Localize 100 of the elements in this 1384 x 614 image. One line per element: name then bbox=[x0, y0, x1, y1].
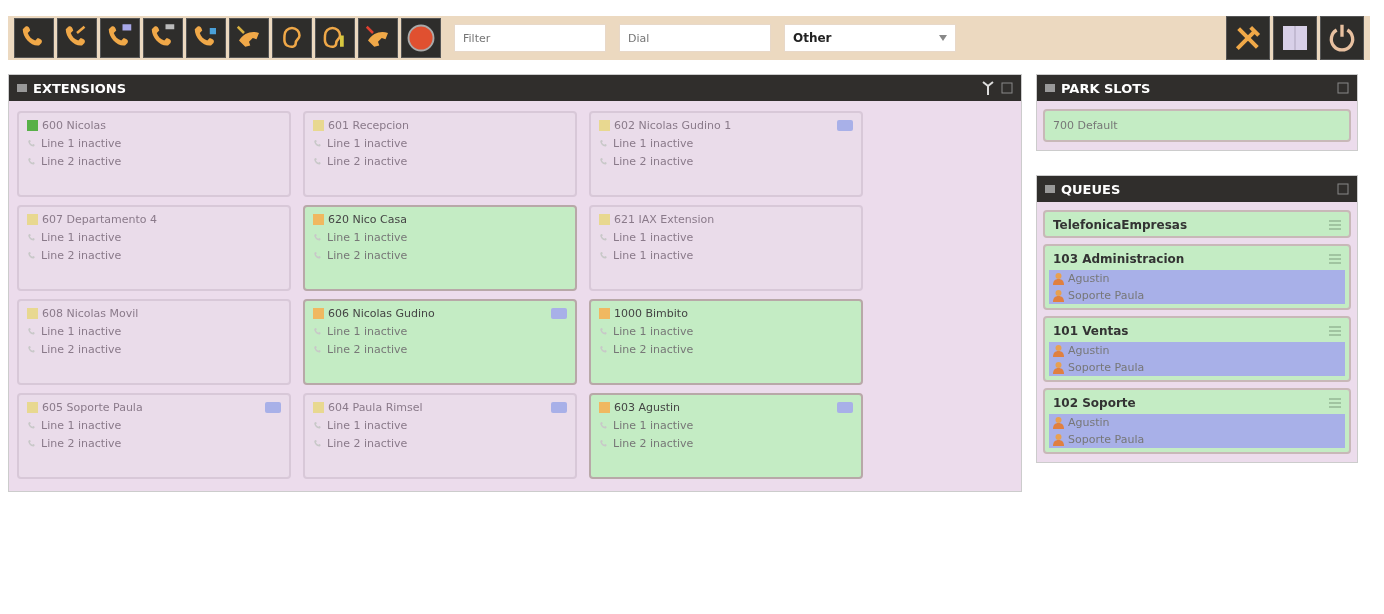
line-status: Line 1 inactive bbox=[41, 325, 122, 338]
phone-icon bbox=[27, 250, 37, 261]
maximize-icon[interactable] bbox=[1337, 183, 1349, 195]
phone-icon bbox=[313, 156, 323, 167]
call-button[interactable] bbox=[100, 18, 140, 58]
line-status: Line 1 inactive bbox=[327, 231, 408, 244]
extension-card[interactable]: 1000 Bimbito Line 1 inactive Line 2 inactive bbox=[589, 299, 863, 385]
maximize-icon[interactable] bbox=[1337, 82, 1349, 94]
dropdown-arrow-icon bbox=[939, 35, 947, 41]
phone-icon bbox=[599, 344, 609, 355]
phone-icon bbox=[313, 138, 323, 149]
phone-icon bbox=[313, 344, 323, 355]
phone-icon bbox=[599, 138, 609, 149]
extension-card[interactable]: 620 Nico Casa Line 1 inactive Line 2 inactive bbox=[303, 205, 577, 291]
phone-icon bbox=[27, 232, 37, 243]
member-name: Agustin bbox=[1068, 416, 1110, 429]
record-button[interactable] bbox=[401, 18, 441, 58]
call-button[interactable] bbox=[358, 18, 398, 58]
park-slot[interactable]: 700 Default bbox=[1043, 109, 1351, 142]
phone-icon bbox=[313, 232, 323, 243]
line-status: Line 1 inactive bbox=[613, 249, 694, 262]
book-button[interactable] bbox=[1273, 16, 1317, 60]
line-status: Line 1 inactive bbox=[41, 419, 122, 432]
category-select[interactable]: Other bbox=[784, 24, 956, 52]
filter-field[interactable]: Filter bbox=[454, 24, 606, 52]
line-status: Line 1 inactive bbox=[613, 137, 694, 150]
phone-icon bbox=[599, 232, 609, 243]
line-status: Line 1 inactive bbox=[613, 325, 694, 338]
extension-name: 608 Nicolas Movil bbox=[42, 307, 140, 320]
phone-icon bbox=[599, 250, 609, 261]
extension-name: 603 Agustin bbox=[614, 401, 682, 414]
maximize-icon[interactable] bbox=[1001, 82, 1013, 94]
extension-name: 602 Nicolas Gudino 1 bbox=[614, 119, 733, 132]
phone-icon bbox=[27, 138, 37, 149]
member-name: Agustin bbox=[1068, 272, 1110, 285]
queue-name: 103 Administracion bbox=[1053, 252, 1186, 266]
line-status: Line 1 inactive bbox=[327, 137, 408, 150]
phone-icon bbox=[27, 420, 37, 431]
line-status: Line 2 inactive bbox=[327, 343, 408, 356]
line-status: Line 2 inactive bbox=[41, 343, 122, 356]
listen-button[interactable] bbox=[272, 18, 312, 58]
extension-card[interactable]: 601 Recepcion Line 1 inactive Line 2 inactive bbox=[303, 111, 577, 197]
member-name: Agustin bbox=[1068, 344, 1110, 357]
phone-icon bbox=[313, 250, 323, 261]
antenna-icon[interactable] bbox=[981, 81, 995, 95]
extension-name: 605 Soporte Paula bbox=[42, 401, 144, 414]
person-icon bbox=[1053, 344, 1064, 357]
call-button[interactable] bbox=[143, 18, 183, 58]
queue-name: 101 Ventas bbox=[1053, 324, 1130, 338]
extension-card[interactable]: 621 IAX Extension Line 1 inactive Line 1 inactive bbox=[589, 205, 863, 291]
extension-card[interactable]: 603 Agustin Line 1 inactive Line 2 inactive bbox=[589, 393, 863, 479]
call-button[interactable] bbox=[229, 18, 269, 58]
line-status: Line 1 inactive bbox=[613, 231, 694, 244]
extension-card[interactable]: 605 Soporte Paula Line 1 inactive Line 2 inactive bbox=[17, 393, 291, 479]
phone-icon bbox=[313, 438, 323, 449]
extension-name: 600 Nicolas bbox=[42, 119, 108, 132]
extension-card[interactable]: 608 Nicolas Movil Line 1 inactive Line 2 inactive bbox=[17, 299, 291, 385]
call-button[interactable] bbox=[14, 18, 54, 58]
dial-field[interactable]: Dial bbox=[619, 24, 771, 52]
call-button[interactable] bbox=[57, 18, 97, 58]
phone-icon bbox=[27, 344, 37, 355]
phone-icon bbox=[599, 438, 609, 449]
extension-card[interactable]: 602 Nicolas Gudino 1 Line 1 inactive Line 2 inactive bbox=[589, 111, 863, 197]
phone-icon bbox=[599, 420, 609, 431]
phone-icon bbox=[313, 326, 323, 337]
line-status: Line 1 inactive bbox=[327, 419, 408, 432]
extension-card[interactable]: 600 Nicolas Line 1 inactive Line 2 inactive bbox=[17, 111, 291, 197]
call-button[interactable] bbox=[186, 18, 226, 58]
settings-button[interactable] bbox=[1226, 16, 1270, 60]
extension-name: 607 Departamento 4 bbox=[42, 213, 159, 226]
panel-title: QUEUES bbox=[1061, 181, 1122, 197]
member-name: Soporte Paula bbox=[1068, 433, 1145, 446]
phone-icon bbox=[313, 420, 323, 431]
phone-icon bbox=[599, 156, 609, 167]
person-icon bbox=[1053, 416, 1064, 429]
extension-name: 604 Paula Rimsel bbox=[328, 401, 424, 414]
line-status: Line 2 inactive bbox=[327, 155, 408, 168]
person-icon bbox=[1053, 361, 1064, 374]
phone-icon bbox=[27, 156, 37, 167]
member-name: Soporte Paula bbox=[1068, 361, 1145, 374]
line-status: Line 2 inactive bbox=[41, 249, 122, 262]
panel-title: EXTENSIONS bbox=[33, 80, 128, 96]
phone-icon bbox=[599, 326, 609, 337]
record-icon bbox=[406, 23, 436, 53]
line-status: Line 2 inactive bbox=[327, 437, 408, 450]
line-status: Line 2 inactive bbox=[41, 437, 122, 450]
line-status: Line 1 inactive bbox=[613, 419, 694, 432]
extension-card[interactable]: 606 Nicolas Gudino Line 1 inactive Line 2 inactive bbox=[303, 299, 577, 385]
line-status: Line 2 inactive bbox=[613, 155, 694, 168]
person-icon bbox=[1053, 289, 1064, 302]
listen-button[interactable] bbox=[315, 18, 355, 58]
extension-name: 601 Recepcion bbox=[328, 119, 410, 132]
extension-card[interactable]: 607 Departamento 4 Line 1 inactive Line 2 inactive bbox=[17, 205, 291, 291]
queue-name: TelefonicaEmpresas bbox=[1053, 218, 1189, 232]
queue-name: 102 Soporte bbox=[1053, 396, 1137, 410]
line-status: Line 2 inactive bbox=[41, 155, 122, 168]
extension-card[interactable]: 604 Paula Rimsel Line 1 inactive Line 2 inactive bbox=[303, 393, 577, 479]
line-status: Line 2 inactive bbox=[613, 437, 694, 450]
power-button[interactable] bbox=[1320, 16, 1364, 60]
person-icon bbox=[1053, 272, 1064, 285]
